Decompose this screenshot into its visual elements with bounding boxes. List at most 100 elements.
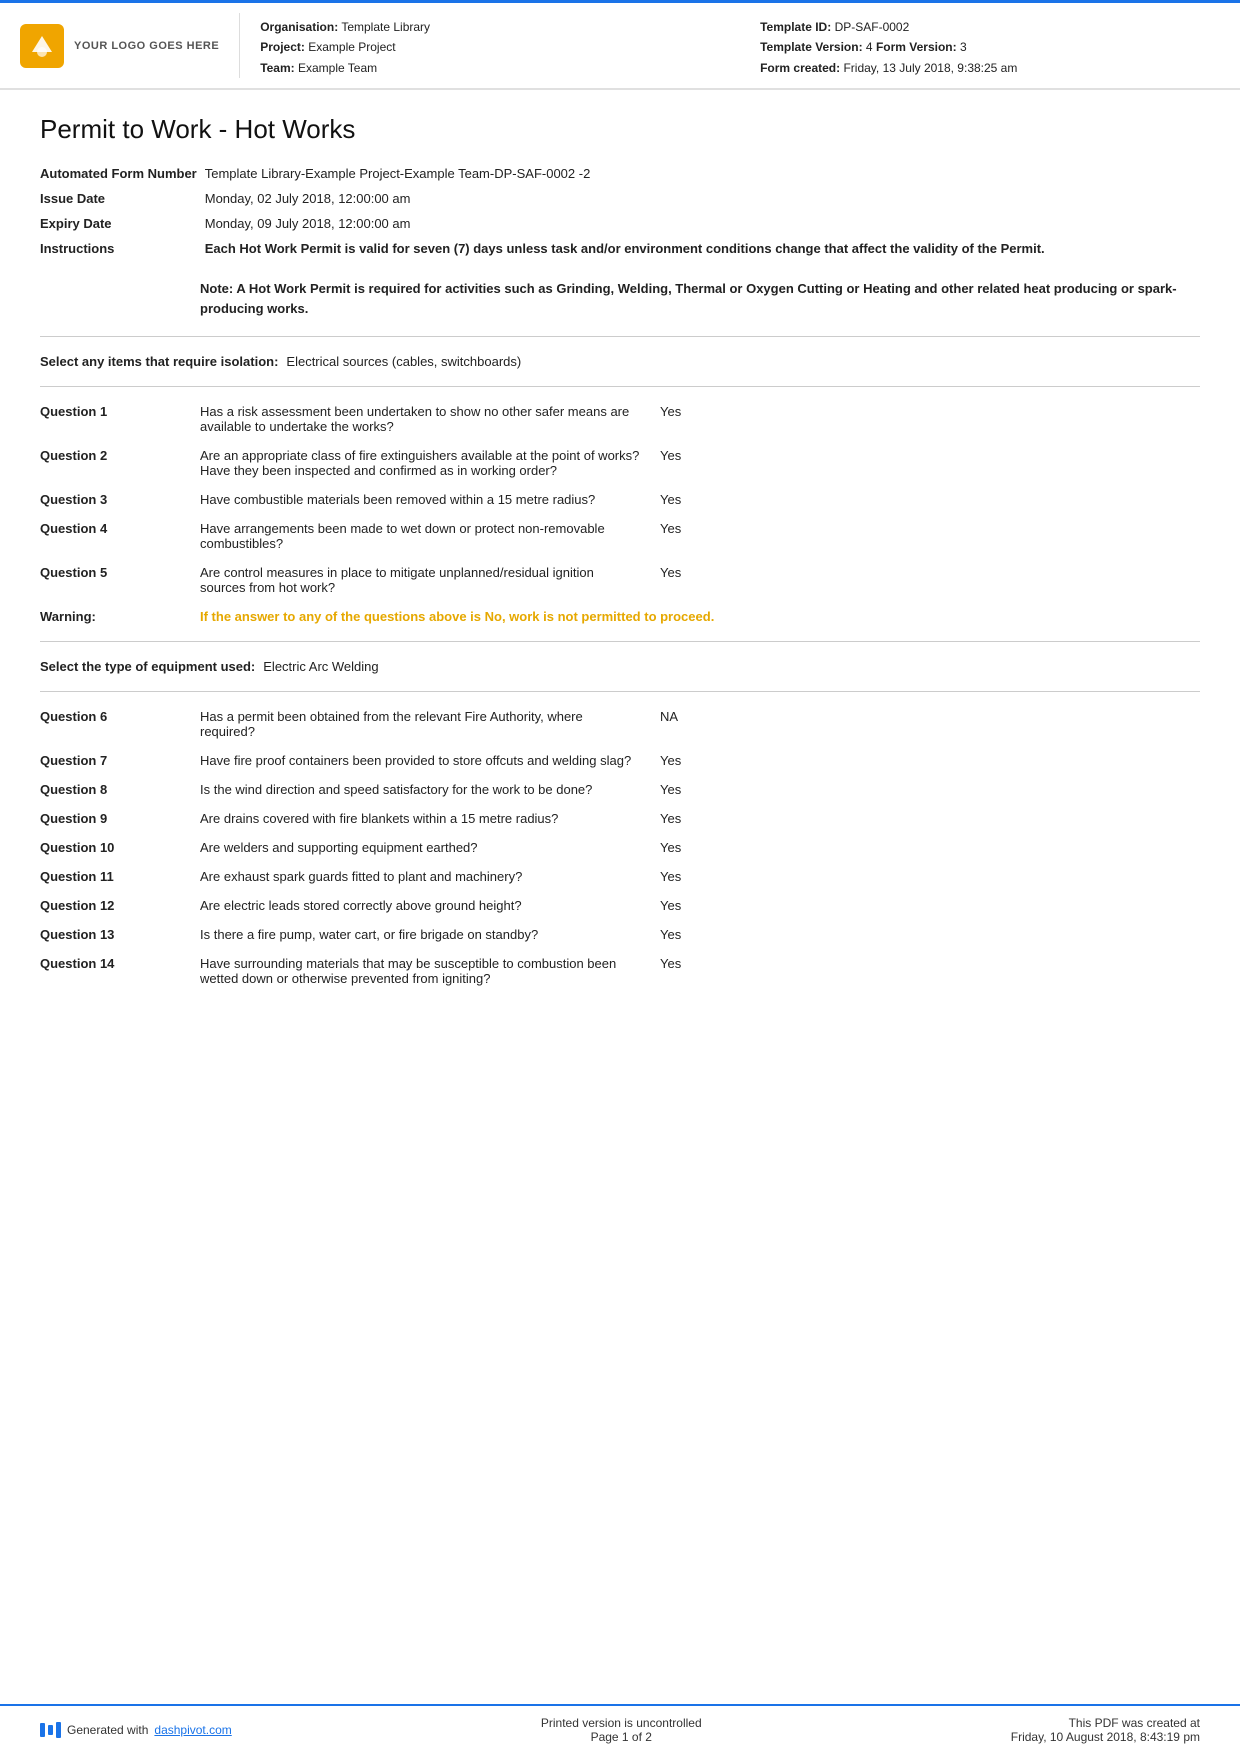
question-id: Question 5 [40, 558, 200, 602]
table-row: Question 7 Have fire proof containers be… [40, 746, 1200, 775]
footer-generated-text: Generated with [67, 1723, 148, 1737]
question-text: Have combustible materials been removed … [200, 485, 660, 514]
footer-center: Printed version is uncontrolled Page 1 o… [541, 1716, 702, 1744]
question-text: Are an appropriate class of fire extingu… [200, 441, 660, 485]
team-row: Team: Example Team [260, 58, 720, 78]
header: YOUR LOGO GOES HERE Organisation: Templa… [0, 3, 1240, 90]
form-number-label: Automated Form Number [40, 161, 205, 186]
table-row: Question 11 Are exhaust spark guards fit… [40, 862, 1200, 891]
expiry-date-value: Monday, 09 July 2018, 12:00:00 am [205, 211, 1200, 236]
question-text: Are electric leads stored correctly abov… [200, 891, 660, 920]
question-answer: Yes [660, 514, 1200, 558]
question-text: Are exhaust spark guards fitted to plant… [200, 862, 660, 891]
question-text: Have arrangements been made to wet down … [200, 514, 660, 558]
question-id: Question 10 [40, 833, 200, 862]
isolation-row: Select any items that require isolation:… [40, 347, 1200, 376]
question-answer: Yes [660, 441, 1200, 485]
question-text: Is there a fire pump, water cart, or fir… [200, 920, 660, 949]
isolation-table: Select any items that require isolation:… [40, 347, 1200, 376]
question-id: Question 6 [40, 702, 200, 746]
bar2 [48, 1725, 53, 1735]
section-divider-1 [40, 336, 1200, 337]
form-created-value: Friday, 13 July 2018, 9:38:25 am [843, 61, 1017, 75]
question-id: Question 2 [40, 441, 200, 485]
footer-left: Generated with dashpivot.com [40, 1722, 232, 1738]
question-text: Has a permit been obtained from the rele… [200, 702, 660, 746]
footer-center-line1: Printed version is uncontrolled [541, 1716, 702, 1730]
table-row: Question 5 Are control measures in place… [40, 558, 1200, 602]
question-id: Question 13 [40, 920, 200, 949]
header-meta: Organisation: Template Library Project: … [260, 13, 1220, 78]
template-id-row: Template ID: DP-SAF-0002 [760, 17, 1220, 37]
footer-center-line2: Page 1 of 2 [541, 1730, 702, 1744]
question-id: Question 11 [40, 862, 200, 891]
table-row: Question 13 Is there a fire pump, water … [40, 920, 1200, 949]
note-box: Note: A Hot Work Permit is required for … [200, 279, 1200, 318]
table-row: Question 8 Is the wind direction and spe… [40, 775, 1200, 804]
table-row: Question 4 Have arrangements been made t… [40, 514, 1200, 558]
question-text: Have surrounding materials that may be s… [200, 949, 660, 993]
question-answer: Yes [660, 862, 1200, 891]
isolation-value: Electrical sources (cables, switchboards… [286, 347, 746, 376]
table-row: Question 6 Has a permit been obtained fr… [40, 702, 1200, 746]
question-answer: NA [660, 702, 1200, 746]
section-divider-3 [40, 641, 1200, 642]
header-meta-left: Organisation: Template Library Project: … [260, 17, 720, 78]
form-version-label: Form Version: [876, 40, 957, 54]
warning-text: If the answer to any of the questions ab… [200, 609, 714, 624]
question-answer: Yes [660, 746, 1200, 775]
section-divider-2 [40, 386, 1200, 387]
logo-icon [20, 24, 64, 68]
page: YOUR LOGO GOES HERE Organisation: Templa… [0, 0, 1240, 1754]
question-id: Question 14 [40, 949, 200, 993]
table-row: Question 3 Have combustible materials be… [40, 485, 1200, 514]
question-id: Question 8 [40, 775, 200, 804]
question-answer: Yes [660, 485, 1200, 514]
question-answer: Yes [660, 775, 1200, 804]
template-version-value: 4 [866, 40, 873, 54]
dashpivot-link[interactable]: dashpivot.com [154, 1723, 231, 1737]
question-answer: Yes [660, 397, 1200, 441]
table-row: Question 2 Are an appropriate class of f… [40, 441, 1200, 485]
question-id: Question 1 [40, 397, 200, 441]
template-id-label: Template ID: [760, 20, 831, 34]
header-logo: YOUR LOGO GOES HERE [20, 13, 240, 78]
bar3 [56, 1722, 61, 1738]
table-row: Question 1 Has a risk assessment been un… [40, 397, 1200, 441]
page-title: Permit to Work - Hot Works [40, 114, 1200, 145]
warning-text-cell: If the answer to any of the questions ab… [200, 602, 1200, 631]
template-id-value: DP-SAF-0002 [835, 20, 910, 34]
instructions-label: Instructions [40, 236, 205, 261]
footer: Generated with dashpivot.com Printed ver… [0, 1704, 1240, 1754]
question-id: Question 12 [40, 891, 200, 920]
warning-table: Warning: If the answer to any of the que… [40, 602, 1200, 631]
question-id: Question 7 [40, 746, 200, 775]
question-answer: Yes [660, 949, 1200, 993]
header-meta-right: Template ID: DP-SAF-0002 Template Versio… [760, 17, 1220, 78]
footer-right: This PDF was created at Friday, 10 Augus… [1011, 1716, 1200, 1744]
question-text: Are welders and supporting equipment ear… [200, 833, 660, 862]
equipment-row: Select the type of equipment used: Elect… [40, 652, 1200, 681]
team-label: Team: [260, 61, 294, 75]
project-value: Example Project [308, 40, 395, 54]
equipment-value: Electric Arc Welding [263, 652, 723, 681]
question-text: Are drains covered with fire blankets wi… [200, 804, 660, 833]
expiry-date-row: Expiry Date Monday, 09 July 2018, 12:00:… [40, 211, 1200, 236]
main-content: Permit to Work - Hot Works Automated For… [0, 90, 1240, 1704]
logo-text: YOUR LOGO GOES HERE [74, 40, 219, 52]
form-number-row: Automated Form Number Template Library-E… [40, 161, 1200, 186]
info-table: Automated Form Number Template Library-E… [40, 161, 1200, 261]
note-text: Note: A Hot Work Permit is required for … [200, 281, 1177, 316]
question-id: Question 9 [40, 804, 200, 833]
question-text: Is the wind direction and speed satisfac… [200, 775, 660, 804]
warning-label-cell: Warning: [40, 602, 200, 631]
question-id: Question 4 [40, 514, 200, 558]
table-row: Question 9 Are drains covered with fire … [40, 804, 1200, 833]
question-answer: Yes [660, 891, 1200, 920]
project-row: Project: Example Project [260, 37, 720, 57]
instructions-row: Instructions Each Hot Work Permit is val… [40, 236, 1200, 261]
isolation-label: Select any items that require isolation: [40, 347, 286, 376]
dashpivot-logo-icon [40, 1722, 61, 1738]
equipment-table: Select the type of equipment used: Elect… [40, 652, 1200, 681]
org-value: Template Library [341, 20, 430, 34]
